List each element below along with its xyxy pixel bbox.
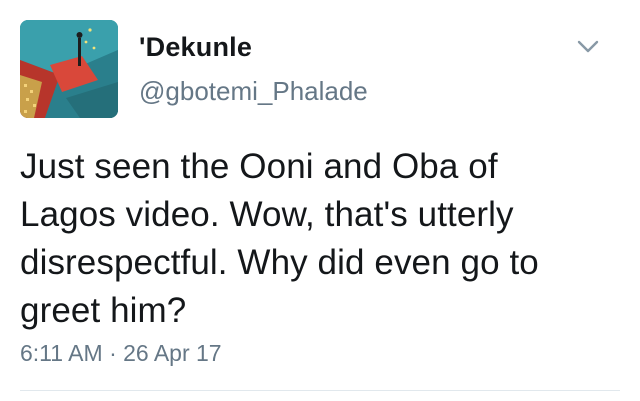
tweet-text-line: Lagos video. Wow, that's utterly — [20, 195, 514, 234]
tweet-card: 'Dekunle @gbotemi_Phalade Just seen the … — [0, 0, 640, 401]
avatar-image — [20, 20, 118, 118]
tweet-text-line: greet him? — [20, 291, 187, 330]
tweet-text-line: disrespectful. Why did even go to — [20, 243, 539, 282]
divider — [20, 390, 620, 391]
tweet-text: Just seen the Ooni and Oba of Lagos vide… — [20, 143, 620, 335]
tweet-timestamp[interactable]: 6:11 AM · 26 Apr 17 — [20, 340, 222, 367]
author-display-name[interactable]: 'Dekunle — [139, 32, 252, 63]
author-avatar[interactable] — [20, 20, 118, 118]
tweet-text-line: Just seen the Ooni and Oba of — [20, 147, 498, 186]
author-handle[interactable]: @gbotemi_Phalade — [139, 76, 368, 107]
chevron-down-icon[interactable] — [575, 36, 601, 56]
